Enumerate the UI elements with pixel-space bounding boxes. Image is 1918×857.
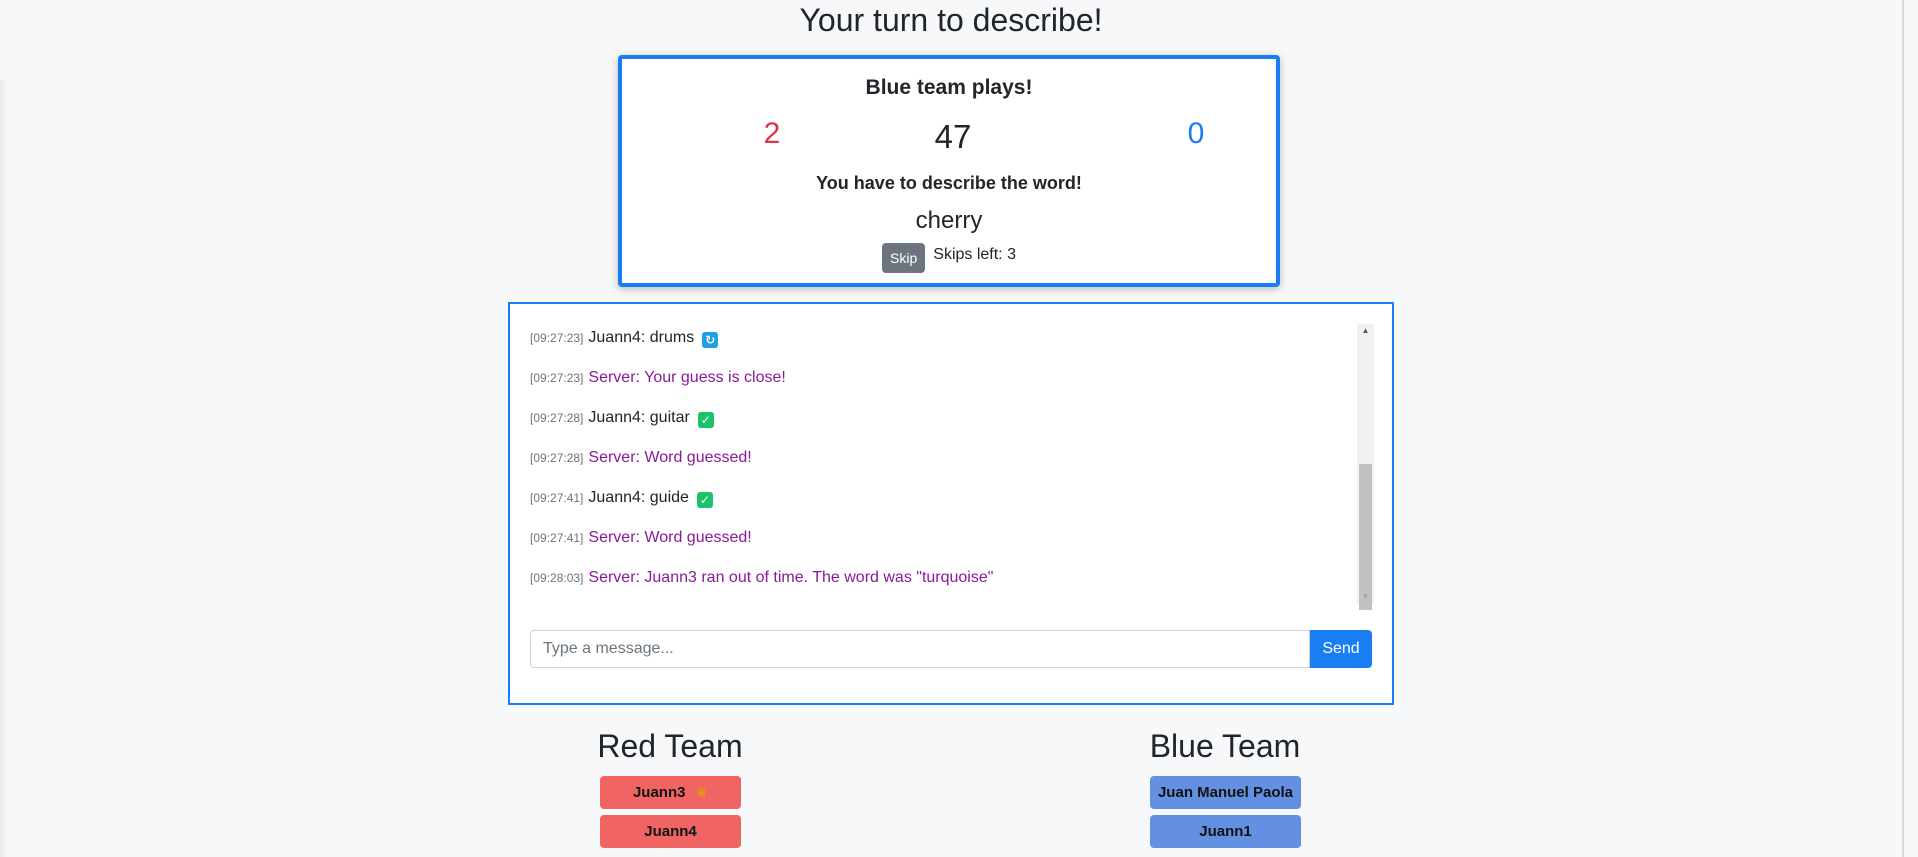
player-name: Juan Manuel Paola [1157, 784, 1294, 801]
player-name: Juann1 [1199, 823, 1252, 840]
playing-team-label: Blue team plays! [865, 76, 1033, 99]
chat-panel: [09:27:23] Juann4: drums ↻ [09:27:23] Serve… [508, 302, 1394, 705]
chat-message: [09:28:03] Server: Juann3 ran out of time… [530, 569, 993, 587]
crown-icon: ♛ [695, 784, 709, 800]
send-button[interactable]: Send [1310, 630, 1372, 668]
describe-instruction: You have to describe the word! [816, 173, 1082, 193]
message-timestamp: [09:28:03] [530, 571, 584, 585]
game-status-card: Blue team plays! 2 47 0 You have to desc… [618, 55, 1280, 287]
chat-message: [09:27:28] Juann4: guitar ✓ [530, 409, 714, 428]
red-team-player: Juann4 [600, 815, 741, 848]
page-title: Your turn to describe! [799, 2, 1103, 38]
message-timestamp: [09:27:23] [530, 331, 584, 345]
player-name: Juann3 [632, 784, 686, 801]
page-right-divider [1902, 0, 1904, 857]
message-timestamp: [09:27:41] [530, 531, 584, 545]
message-text: Server: Word guessed! [588, 449, 752, 466]
message-timestamp: [09:27:28] [530, 451, 584, 465]
scroll-thumb[interactable] [1359, 464, 1372, 610]
repeat-icon: ↻ [702, 332, 719, 348]
chat-scrollbar[interactable]: ▲ ▼ [1357, 324, 1374, 610]
chat-message: [09:27:41] Server: Word guessed! [530, 529, 752, 547]
message-text: Server: Juann3 ran out of time. The word… [588, 569, 994, 586]
chat-message: [09:27:23] Juann4: drums ↻ [530, 329, 719, 348]
message-text: Juann4: guide [588, 489, 689, 506]
message-text: Juann4: drums [588, 329, 695, 346]
red-team-player: Juann3 ♛ [600, 776, 741, 809]
chat-message-list[interactable]: [09:27:23] Juann4: drums ↻ [09:27:23] Serve… [530, 324, 1365, 604]
skips-left-label: Skips left: 3 [933, 246, 1016, 263]
blue-team-title: Blue Team [1149, 728, 1301, 764]
message-text: Server: Your guess is close! [588, 369, 786, 386]
blue-team-player: Juann1 [1150, 815, 1301, 848]
red-team-score: 2 [763, 117, 781, 150]
check-icon: ✓ [697, 412, 714, 428]
message-timestamp: [09:27:23] [530, 371, 584, 385]
blue-team-score: 0 [1187, 117, 1205, 150]
skip-row: Skip Skips left: 3 [622, 243, 1276, 273]
check-icon: ✓ [696, 492, 713, 508]
scroll-up-arrow-icon[interactable]: ▲ [1357, 324, 1374, 338]
scroll-down-arrow-icon[interactable]: ▼ [1357, 590, 1374, 604]
round-timer: 47 [934, 118, 972, 155]
chat-message: [09:27:28] Server: Word guessed! [530, 449, 752, 467]
player-name: Juann4 [644, 823, 697, 840]
chat-message: [09:27:23] Server: Your guess is close! [530, 369, 786, 387]
red-team-title: Red Team [597, 728, 743, 764]
skip-button[interactable]: Skip [882, 243, 926, 273]
message-timestamp: [09:27:41] [530, 491, 584, 505]
message-text: Server: Word guessed! [588, 529, 752, 546]
chat-message-input[interactable] [530, 630, 1310, 668]
chat-message: [09:27:41] Juann4: guide ✓ [530, 489, 713, 508]
secret-word: cherry [915, 207, 983, 234]
page-left-shadow [0, 80, 8, 857]
blue-team-player: Juan Manuel Paola [1150, 776, 1301, 809]
message-timestamp: [09:27:28] [530, 411, 584, 425]
message-text: Juann4: guitar [588, 409, 690, 426]
